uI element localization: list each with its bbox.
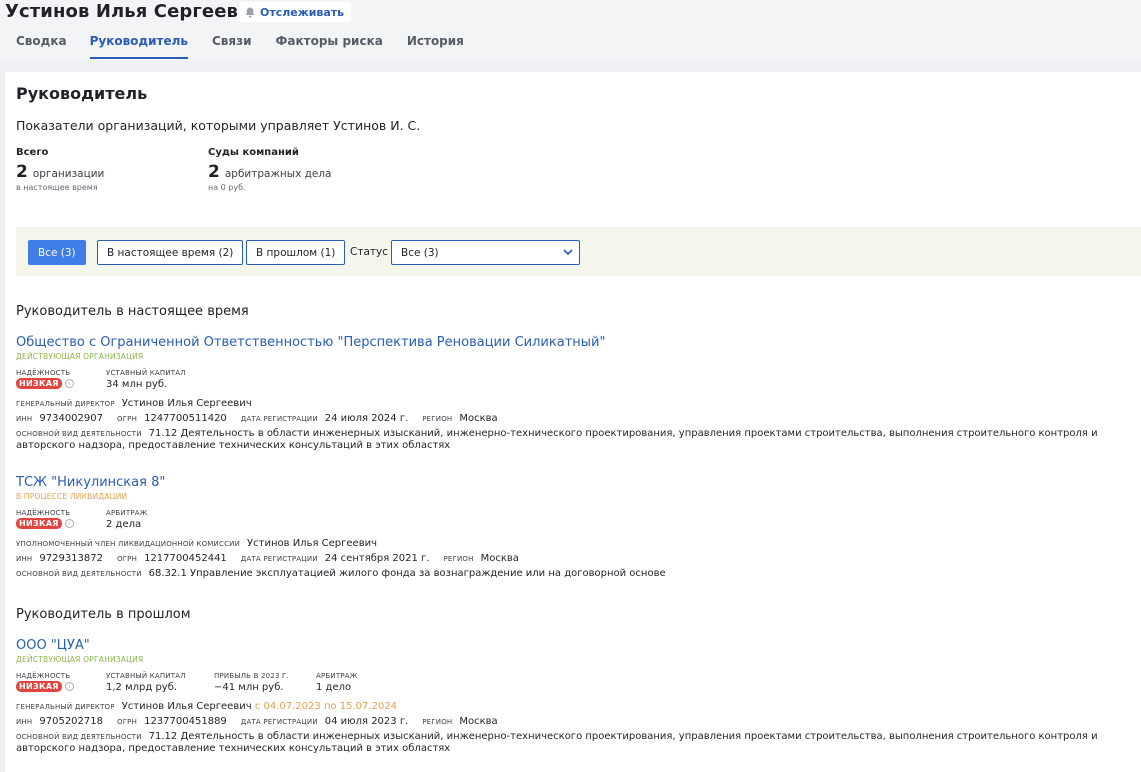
reliability-badge: НИЗКАЯ (16, 518, 62, 529)
role-person-link[interactable]: Устинов Илья Сергеевич (122, 701, 252, 712)
inn-value: 9705202718 (39, 716, 103, 727)
metric-value: −41 млн руб. (214, 682, 284, 693)
filter-current-button[interactable]: В настоящее время (2) (97, 240, 244, 265)
ogrn-value: 1247700511420 (144, 413, 227, 424)
org-name-link[interactable]: ООО "ЦУА" (16, 638, 1126, 653)
metric-label: УСТАВНЫЙ КАПИТАЛ (106, 672, 186, 680)
inn-label: ИНН (16, 718, 33, 726)
stat-value: 2 (16, 162, 28, 182)
reliability-label: НАДЁЖНОСТЬ (16, 509, 71, 517)
filter-all-button[interactable]: Все (3) (28, 240, 86, 265)
reg-date-label: ДАТА РЕГИСТРАЦИИ (240, 415, 318, 423)
filter-past-button[interactable]: В прошлом (1) (246, 240, 346, 265)
role-person-link[interactable]: Устинов Илья Сергеевич (122, 398, 252, 409)
tab-connections[interactable]: Связи (212, 34, 252, 59)
tab-summary[interactable]: Сводка (16, 34, 67, 59)
bell-icon (245, 7, 255, 18)
stat-note: на 0 руб. (208, 183, 246, 192)
chevron-down-icon (563, 249, 573, 256)
info-icon[interactable]: i (64, 682, 74, 691)
ogrn-label: ОГРН (117, 718, 138, 726)
ogrn-value: 1237700451889 (144, 716, 227, 727)
stat-total: Всего 2 организации в настоящее время (16, 147, 104, 192)
stat-courts: Суды компаний 2 арбитражных дела на 0 ру… (208, 147, 332, 192)
metric-value: 1 дело (316, 682, 352, 693)
org-card: ООО "ЦУА" ДЕЙСТВУЮЩАЯ ОРГАНИЗАЦИЯ НАДЁЖН… (16, 638, 1126, 754)
metric-label: АРБИТРАЖ (106, 509, 148, 517)
person-name: Устинов Илья Сергеевич (5, 1, 264, 22)
metric-label: ПРИБЫЛЬ В 2023 Г. (214, 672, 289, 680)
tab-bar: Сводка Руководитель Связи Факторы риска … (16, 34, 488, 59)
activity-value: 71.12 Деятельность в области инженерных … (16, 731, 1098, 754)
org-name-link[interactable]: Общество с Ограниченной Ответственностью… (16, 335, 1126, 350)
activity-label: ОСНОВНОЙ ВИД ДЕЯТЕЛЬНОСТИ (16, 733, 142, 741)
region-label: РЕГИОН (422, 415, 453, 423)
reliability-badge: НИЗКАЯ (16, 681, 62, 692)
reg-date-label: ДАТА РЕГИСТРАЦИИ (240, 555, 318, 563)
ogrn-label: ОГРН (117, 415, 138, 423)
reg-date-value: 24 сентября 2021 г. (324, 553, 430, 564)
filter-bar: Все (3) В настоящее время (2) В прошлом … (16, 227, 1141, 276)
role-label: УПОЛНОМОЧЕННЫЙ ЧЛЕН ЛИКВИДАЦИОННОЙ КОМИС… (16, 540, 241, 548)
tab-risk-factors[interactable]: Факторы риска (276, 34, 383, 59)
activity-value: 71.12 Деятельность в области инженерных … (16, 428, 1098, 451)
ogrn-value: 1217700452441 (144, 553, 227, 564)
section-subtitle: Показатели организаций, которыми управля… (16, 118, 421, 133)
org-status: ДЕЙСТВУЮЩАЯ ОРГАНИЗАЦИЯ (16, 655, 144, 664)
stat-unit: организации (32, 168, 105, 180)
status-select[interactable]: Все (3) (391, 240, 580, 265)
ogrn-label: ОГРН (117, 555, 138, 563)
role-label: ГЕНЕРАЛЬНЫЙ ДИРЕКТОР (16, 703, 115, 711)
reg-date-value: 04 июля 2023 г. (324, 716, 409, 727)
track-label: Отслеживать (260, 5, 345, 19)
region-value: Москва (459, 413, 498, 424)
org-card: Общество с Ограниченной Ответственностью… (16, 335, 1126, 451)
activity-label: ОСНОВНОЙ ВИД ДЕЯТЕЛЬНОСТИ (16, 430, 142, 438)
stat-label: Всего (16, 147, 49, 158)
tab-history[interactable]: История (407, 34, 464, 59)
reliability-label: НАДЁЖНОСТЬ (16, 369, 71, 377)
inn-value: 9729313872 (39, 553, 103, 564)
inn-label: ИНН (16, 415, 33, 423)
region-value: Москва (480, 553, 519, 564)
group-title-past: Руководитель в прошлом (16, 607, 191, 622)
track-button[interactable]: Отслеживать (239, 2, 352, 22)
region-label: РЕГИОН (443, 555, 474, 563)
reg-date-label: ДАТА РЕГИСТРАЦИИ (240, 718, 318, 726)
org-status: В ПРОЦЕССЕ ЛИКВИДАЦИИ (16, 492, 128, 501)
reliability-badge: НИЗКАЯ (16, 378, 62, 389)
role-period: с 04.07.2023 по 15.07.2024 (254, 701, 398, 712)
reg-date-value: 24 июля 2024 г. (324, 413, 409, 424)
metric-value: 2 дела (106, 519, 142, 530)
activity-label: ОСНОВНОЙ ВИД ДЕЯТЕЛЬНОСТИ (16, 570, 142, 578)
reliability-label: НАДЁЖНОСТЬ (16, 672, 71, 680)
manager-panel: Руководитель Показатели организаций, кот… (5, 72, 1141, 772)
stat-label: Суды компаний (208, 147, 299, 158)
region-label: РЕГИОН (422, 718, 453, 726)
profile-header: Устинов Илья Сергеевич Отслеживать Сводк… (0, 0, 1141, 61)
role-person-link[interactable]: Устинов Илья Сергеевич (247, 538, 377, 549)
metric-label: УСТАВНЫЙ КАПИТАЛ (106, 369, 186, 377)
status-label: Статус (350, 246, 388, 258)
metric-value: 34 млн руб. (106, 379, 168, 390)
activity-value: 68.32.1 Управление эксплуатацией жилого … (148, 568, 666, 579)
status-select-value: Все (3) (401, 246, 439, 259)
inn-label: ИНН (16, 555, 33, 563)
info-icon[interactable]: i (64, 519, 74, 528)
role-label: ГЕНЕРАЛЬНЫЙ ДИРЕКТОР (16, 400, 115, 408)
region-value: Москва (459, 716, 498, 727)
tab-manager[interactable]: Руководитель (89, 34, 188, 59)
org-name-link[interactable]: ТСЖ "Никулинская 8" (16, 475, 1126, 490)
stat-value: 2 (208, 162, 220, 182)
inn-value: 9734002907 (39, 413, 103, 424)
org-status: ДЕЙСТВУЮЩАЯ ОРГАНИЗАЦИЯ (16, 352, 144, 361)
stat-unit: арбитражных дела (224, 168, 332, 180)
metric-label: АРБИТРАЖ (316, 672, 358, 680)
group-title-current: Руководитель в настоящее время (16, 304, 249, 319)
org-card: ТСЖ "Никулинская 8" В ПРОЦЕССЕ ЛИКВИДАЦИ… (16, 475, 1126, 580)
stat-note: в настоящее время (16, 183, 98, 192)
metric-value: 1,2 млрд руб. (106, 682, 178, 693)
info-icon[interactable]: i (64, 379, 74, 388)
section-title: Руководитель (16, 84, 148, 103)
